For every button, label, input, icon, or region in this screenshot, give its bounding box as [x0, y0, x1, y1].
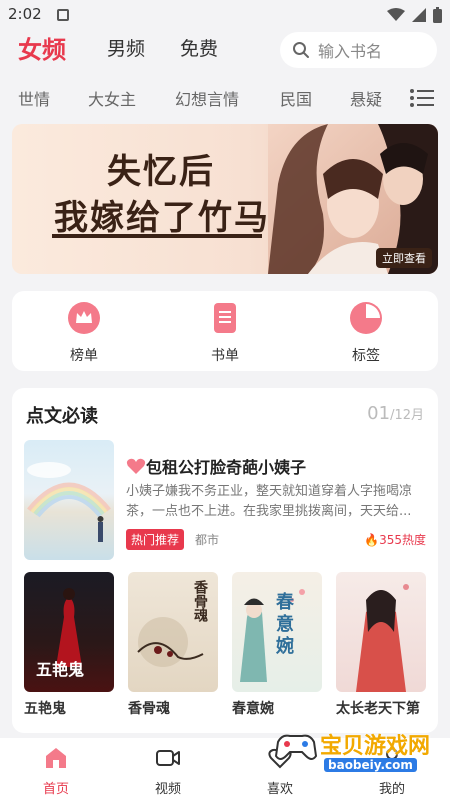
booklist-icon: [214, 303, 236, 333]
watermark: 宝贝游戏网 baobeiy.com: [268, 722, 444, 782]
search-icon: [293, 42, 309, 58]
date-month: /12月: [390, 408, 424, 423]
hot-tag-badge: 热门推荐: [126, 529, 185, 550]
book-item[interactable]: 太长老天下第: [336, 572, 426, 718]
date-day: 01: [367, 403, 391, 424]
status-bar: 2:02: [0, 0, 450, 30]
entry-tags-label: 标签: [352, 348, 380, 364]
genre-tab[interactable]: 大女主: [88, 86, 136, 110]
banner-title-line1: 失忆后: [107, 152, 215, 192]
status-icons: [387, 7, 442, 23]
section-title: 点文必读: [26, 406, 98, 427]
must-read-section: 点文必读 01/12月 包租公打脸奇葩小姨子 小姨子嫌我不务正业，整天就知道穿着…: [12, 388, 438, 733]
book-item[interactable]: 春意婉 春意婉: [232, 572, 322, 718]
crown-icon: [68, 302, 100, 334]
book-name: 太长老天下第: [336, 701, 420, 717]
entry-ranking[interactable]: 榜单: [54, 301, 114, 365]
heart-badge-icon: [126, 458, 146, 474]
heat-count: 🔥355热度: [364, 531, 426, 548]
search-placeholder: 输入书名: [318, 42, 383, 61]
cover-title: 香骨魂: [192, 580, 208, 622]
featured-book-desc: 小姨子嫌我不务正业，整天就知道穿着人字拖喝凉茶，一点也不上进。在我家里挑拨离间，…: [126, 484, 413, 519]
nav-video-label: 视频: [154, 782, 181, 797]
heat-value: 355热度: [379, 533, 426, 547]
watermark-url: baobeiy.com: [324, 758, 417, 772]
featured-book-title[interactable]: 包租公打脸奇葩小姨子: [126, 454, 306, 478]
entry-tags[interactable]: 标签: [336, 301, 396, 365]
cover-title: 春意婉: [276, 592, 294, 657]
cover-art: [356, 584, 409, 692]
cover-title: 五艳鬼: [36, 660, 85, 679]
book-cover: 香骨魂: [128, 572, 218, 692]
featured-title-text: 包租公打脸奇葩小姨子: [146, 458, 307, 477]
book-cover: 春意婉: [232, 572, 322, 692]
gamepad-icon: [274, 734, 318, 760]
channel-tab-free[interactable]: 免费: [180, 34, 218, 61]
video-icon: [156, 750, 180, 766]
book-item[interactable]: 香骨魂 香骨魂: [128, 572, 218, 718]
genre-tab[interactable]: 幻想言情: [175, 86, 239, 110]
signal-icon: [412, 8, 426, 22]
genre-tabs: 世情 大女主 幻想言情 民国 悬疑: [0, 82, 450, 114]
genre-tab[interactable]: 民国: [280, 86, 312, 110]
category-label: 都市: [195, 533, 220, 547]
category-menu-icon[interactable]: [410, 88, 434, 108]
quick-entries: 榜单 书单 标签: [12, 291, 438, 371]
genre-tab[interactable]: 悬疑: [350, 86, 382, 110]
book-cover: 五艳鬼: [24, 572, 114, 692]
battery-icon: [433, 7, 442, 23]
status-time: 2:02: [8, 5, 42, 23]
home-icon: [46, 748, 66, 768]
search-input[interactable]: 输入书名: [280, 32, 437, 68]
entry-booklist-label: 书单: [211, 348, 239, 364]
featured-book-cover[interactable]: [24, 440, 114, 560]
book-item[interactable]: 五艳鬼 五艳鬼: [24, 572, 114, 718]
watermark-text: 宝贝游戏网: [320, 734, 431, 759]
promo-banner[interactable]: 失忆后 我嫁给了竹马 立即查看: [12, 124, 438, 274]
nav-home-label: 首页: [42, 782, 69, 797]
nav-home[interactable]: 首页: [26, 746, 86, 797]
channel-tab-female[interactable]: 女频: [18, 30, 66, 65]
notification-icon: [57, 9, 69, 21]
book-name: 五艳鬼: [24, 701, 66, 717]
banner-title-line2: 我嫁给了竹马: [54, 198, 270, 238]
entry-ranking-label: 榜单: [70, 348, 98, 364]
channel-nav: 女频 男频 免费 输入书名: [0, 30, 450, 70]
book-name: 春意婉: [232, 701, 274, 717]
wifi-icon: [387, 8, 405, 21]
banner-underline: [52, 234, 262, 238]
tag-icon: [350, 302, 382, 334]
book-cover: [336, 572, 426, 692]
entry-booklist[interactable]: 书单: [195, 301, 255, 365]
genre-tab[interactable]: 世情: [18, 86, 50, 110]
featured-cover-art: [27, 462, 111, 542]
banner-cta-button[interactable]: 立即查看: [376, 248, 432, 268]
channel-tab-male[interactable]: 男频: [107, 34, 145, 61]
flame-icon: 🔥: [364, 533, 380, 547]
nav-video[interactable]: 视频: [138, 746, 198, 797]
section-date: 01/12月: [367, 403, 424, 424]
book-name: 香骨魂: [128, 701, 170, 717]
